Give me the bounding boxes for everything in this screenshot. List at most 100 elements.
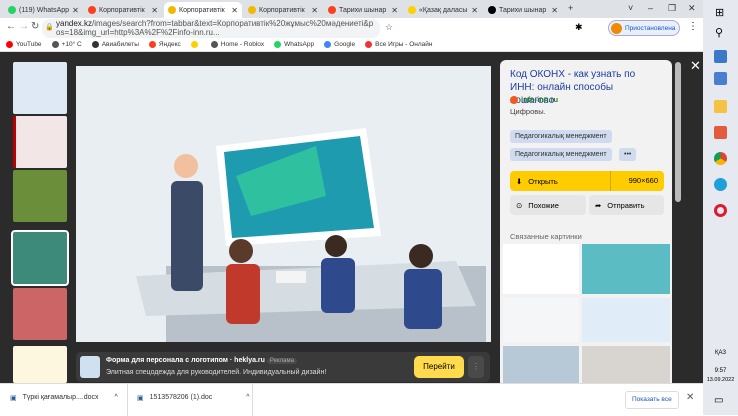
- divider: [127, 384, 128, 416]
- windows-start-icon[interactable]: ⊞: [715, 6, 724, 19]
- browser-tab[interactable]: Корпоративтік ✕: [84, 2, 162, 18]
- panel-scrollbar[interactable]: [675, 62, 681, 202]
- thumbnail[interactable]: [13, 62, 67, 114]
- source-icon: [510, 95, 518, 104]
- ad-menu-icon[interactable]: ⋮: [468, 356, 484, 378]
- close-tab-icon[interactable]: ✕: [231, 6, 238, 15]
- app-icon[interactable]: [714, 50, 727, 63]
- new-tab-button[interactable]: +: [568, 3, 573, 13]
- show-all-button[interactable]: Показать все: [625, 391, 679, 409]
- clock-time[interactable]: 9:57: [703, 368, 738, 374]
- bookmark[interactable]: Все Игры - Онлайн: [365, 41, 433, 48]
- minimize-button[interactable]: –: [648, 3, 653, 13]
- thumbnail[interactable]: [13, 288, 67, 340]
- bookmark[interactable]: WhatsApp: [274, 41, 314, 48]
- related-image[interactable]: [582, 346, 670, 383]
- browser-tab[interactable]: (119) WhatsApp ✕: [4, 2, 82, 18]
- close-tab-icon[interactable]: ✕: [151, 6, 158, 15]
- bookmark-icon: [210, 41, 218, 48]
- close-tab-icon[interactable]: ✕: [551, 6, 558, 15]
- ad-banner[interactable]: Форма для персонала с логотипом · heklya…: [76, 352, 490, 382]
- meeting-illustration: [76, 66, 491, 342]
- star-icon[interactable]: ☆: [385, 22, 393, 33]
- tab-title: Тарихи шынар: [339, 6, 387, 14]
- edge-icon[interactable]: [714, 178, 727, 191]
- related-image[interactable]: [503, 346, 579, 383]
- download-item[interactable]: ▣ Түркі қағамалыр....docx ^: [10, 394, 118, 402]
- ad-go-button[interactable]: Перейти: [414, 356, 464, 378]
- bookmark[interactable]: Google: [324, 41, 355, 48]
- info-panel: Код ОКОНХ - как узнать по ИНН: онлайн сп…: [500, 60, 672, 383]
- thumbnail[interactable]: [13, 116, 67, 168]
- lock-icon: 🔒: [45, 24, 54, 31]
- search-icon[interactable]: ⚲: [715, 26, 723, 39]
- profile-button[interactable]: Приостановлена: [608, 20, 680, 36]
- forward-icon[interactable]: →: [19, 21, 29, 32]
- related-title: Связанные картинки: [510, 232, 582, 241]
- reload-icon[interactable]: ↻: [31, 21, 39, 32]
- ad-image: [80, 356, 100, 378]
- close-downloads-icon[interactable]: ✕: [686, 392, 694, 403]
- main-image[interactable]: [76, 66, 491, 342]
- chrome-icon[interactable]: [714, 152, 727, 165]
- opera-icon[interactable]: [714, 204, 727, 217]
- thumbnail-selected[interactable]: [11, 230, 69, 286]
- favicon-icon: [8, 6, 16, 14]
- source-link[interactable]: info-inn.ru: [510, 95, 558, 104]
- address-bar-row: ← → ↻ 🔒 yandex.kz/images/search?from=tabb…: [0, 18, 703, 38]
- bookmark-icon: [324, 41, 332, 48]
- open-button[interactable]: ⬇ Открыть 990×660: [510, 171, 664, 191]
- browser-tab[interactable]: Корпоративтік ✕: [244, 2, 322, 18]
- tab-search-icon[interactable]: ˅: [628, 3, 633, 13]
- bookmark[interactable]: YouTube: [6, 41, 42, 48]
- favicon-icon: [488, 6, 496, 14]
- thumbnail[interactable]: [13, 170, 67, 222]
- app-icon[interactable]: [714, 126, 727, 139]
- bookmark-icon: [148, 41, 156, 48]
- extensions-icon[interactable]: ✱: [575, 22, 583, 33]
- tab-title: (119) WhatsApp: [19, 6, 70, 14]
- close-window-button[interactable]: ✕: [688, 3, 696, 14]
- download-item[interactable]: ▣ 1513578206 (1).doc ^: [137, 394, 250, 402]
- notifications-icon[interactable]: ▭: [714, 395, 723, 406]
- related-image[interactable]: [503, 244, 579, 294]
- related-image[interactable]: [503, 298, 579, 342]
- tab-title: Корпоративтік: [259, 6, 305, 14]
- close-viewer-icon[interactable]: ✕: [690, 58, 701, 74]
- favicon-icon: [168, 6, 176, 14]
- chevron-up-icon[interactable]: ^: [115, 394, 118, 402]
- tag-chip[interactable]: Педагогикалық менеджмент: [510, 130, 612, 143]
- close-tab-icon[interactable]: ✕: [72, 6, 79, 15]
- share-button[interactable]: ➦ Отправить: [589, 195, 664, 215]
- similar-button[interactable]: ⊙ Похожие: [510, 195, 586, 215]
- browser-tab[interactable]: Тарихи шынар ✕: [484, 2, 562, 18]
- bookmark[interactable]: Яндекс: [148, 41, 181, 48]
- close-tab-icon[interactable]: ✕: [391, 6, 398, 15]
- related-image[interactable]: [582, 298, 670, 342]
- bookmark[interactable]: Home - Roblox: [210, 41, 264, 48]
- clock-date[interactable]: 13.09.2022: [703, 377, 738, 383]
- chevron-up-icon[interactable]: ^: [246, 394, 249, 402]
- url-input[interactable]: 🔒 yandex.kz/images/search?from=tabbar&tex…: [42, 19, 380, 38]
- bookmark[interactable]: Авиабилеты: [91, 41, 139, 48]
- bookmark[interactable]: [190, 41, 201, 48]
- store-icon[interactable]: [714, 72, 727, 85]
- back-icon[interactable]: ←: [6, 21, 16, 32]
- close-tab-icon[interactable]: ✕: [471, 6, 478, 15]
- bookmark-icon: [274, 41, 282, 48]
- thumbnail[interactable]: [13, 346, 67, 383]
- menu-icon[interactable]: ⋮: [688, 21, 698, 32]
- size-select[interactable]: 990×660: [609, 171, 664, 191]
- close-tab-icon[interactable]: ✕: [311, 6, 318, 15]
- language-indicator[interactable]: ҚАЗ: [703, 350, 738, 356]
- tag-chip[interactable]: Педагогикалық менеджмент: [510, 148, 612, 161]
- browser-tab[interactable]: «Қазақ даласы ✕: [404, 2, 482, 18]
- more-tags-button[interactable]: •••: [619, 148, 637, 161]
- tab-title: Корпоративтік: [99, 6, 145, 14]
- browser-tab[interactable]: Корпоративтік ✕: [164, 2, 242, 18]
- related-image[interactable]: [582, 244, 670, 294]
- explorer-icon[interactable]: [714, 100, 727, 113]
- bookmark[interactable]: +10° C: [51, 41, 82, 48]
- restore-button[interactable]: ❐: [668, 3, 676, 14]
- browser-tab[interactable]: Тарихи шынар ✕: [324, 2, 402, 18]
